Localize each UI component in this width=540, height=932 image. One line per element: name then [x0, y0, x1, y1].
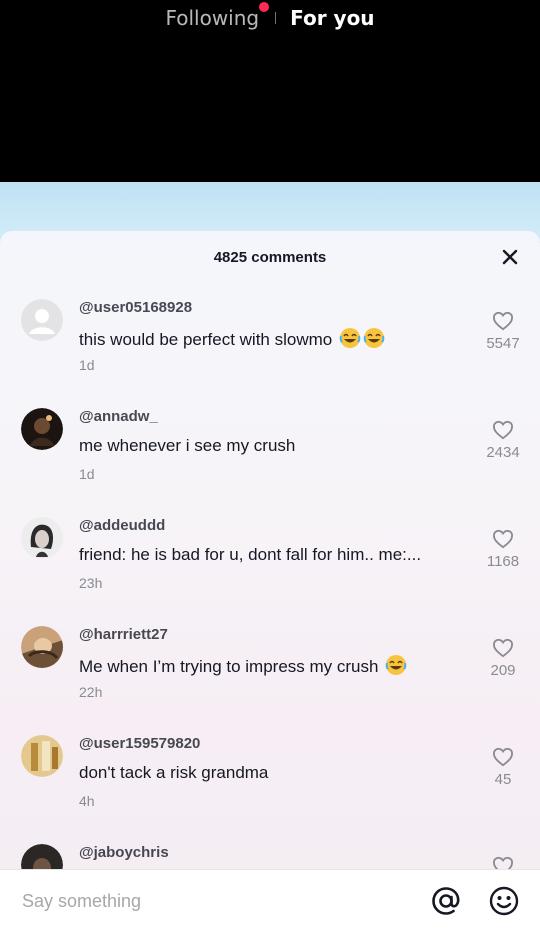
tab-divider — [275, 12, 277, 24]
video-area[interactable]: Following For you — [0, 0, 540, 182]
like-count: 2434 — [486, 444, 520, 461]
comment-item[interactable]: @user159579820 don't tack a risk grandma… — [0, 735, 540, 843]
comment-username[interactable]: @jaboychris — [79, 844, 169, 861]
comment-time: 22h — [79, 684, 103, 700]
tab-for-you[interactable]: For you — [290, 6, 374, 30]
like-button[interactable]: 45 — [478, 747, 528, 788]
comment-username[interactable]: @user05168928 — [79, 299, 192, 316]
top-tabs: Following For you — [0, 2, 540, 32]
like-count: 5547 — [486, 335, 520, 352]
comment-username[interactable]: @user159579820 — [79, 735, 200, 752]
comment-input[interactable] — [22, 884, 402, 918]
avatar[interactable] — [21, 735, 63, 777]
user-photo-avatar — [21, 626, 63, 668]
comment-time: 4h — [79, 793, 95, 809]
like-count: 45 — [494, 771, 512, 788]
avatar[interactable] — [21, 626, 63, 668]
comment-time: 23h — [79, 575, 103, 591]
comment-text: friend: he is bad for u, dont fall for h… — [79, 545, 422, 564]
avatar[interactable] — [21, 517, 63, 559]
comment-item[interactable]: @annadw_ me whenever i see my crush 1d 2… — [0, 408, 540, 516]
comment-text: this would be perfect with slowmo — [79, 327, 385, 350]
like-button[interactable]: 2434 — [478, 420, 528, 461]
comment-username[interactable]: @harrriett27 — [79, 626, 168, 643]
heart-icon — [492, 311, 514, 331]
comment-text: don't tack a risk grandma — [79, 763, 269, 782]
user-photo-avatar — [21, 735, 63, 777]
default-avatar-icon — [21, 299, 63, 341]
like-count: 1168 — [486, 553, 520, 570]
close-icon — [502, 249, 518, 265]
heart-icon — [492, 747, 514, 767]
heart-icon — [492, 638, 514, 658]
user-photo-avatar — [21, 517, 63, 559]
comment-item[interactable]: @addeuddd friend: he is bad for u, dont … — [0, 517, 540, 625]
like-button[interactable]: 5547 — [478, 311, 528, 352]
comment-time: 1d — [79, 357, 95, 373]
heart-icon — [492, 420, 514, 440]
comment-username[interactable]: @addeuddd — [79, 517, 165, 534]
tears-of-joy-emoji — [339, 328, 361, 348]
comments-header: 4825 comments — [0, 231, 540, 283]
tab-following[interactable]: Following — [165, 2, 270, 30]
like-count: 209 — [490, 662, 516, 679]
avatar[interactable] — [21, 299, 63, 341]
comment-time: 1d — [79, 466, 95, 482]
comment-item[interactable]: @harrriett27 Me when I’m trying to impre… — [0, 626, 540, 734]
avatar[interactable] — [21, 408, 63, 450]
tab-for-you-label: For you — [290, 6, 375, 30]
user-photo-avatar — [21, 408, 63, 450]
notification-dot — [259, 2, 270, 12]
like-button[interactable]: 1168 — [478, 529, 528, 570]
tab-following-label: Following — [165, 6, 260, 30]
comment-text: me whenever i see my crush — [79, 436, 296, 455]
at-icon — [432, 887, 460, 915]
comment-username[interactable]: @annadw_ — [79, 408, 158, 425]
tears-of-joy-emoji — [385, 655, 407, 675]
close-button[interactable] — [498, 245, 522, 269]
comment-input-bar — [0, 869, 540, 932]
comments-sheet: 4825 comments @user05168928 this would b… — [0, 231, 540, 932]
heart-icon — [492, 529, 514, 549]
tears-of-joy-emoji — [363, 328, 385, 348]
comment-item[interactable]: @user05168928 this would be perfect with… — [0, 299, 540, 407]
smiley-icon — [489, 886, 519, 916]
emoji-button[interactable] — [488, 885, 520, 917]
mention-button[interactable] — [430, 885, 462, 917]
like-button[interactable]: 209 — [478, 638, 528, 679]
comments-count-title: 4825 comments — [213, 248, 327, 266]
comment-text: Me when I’m trying to impress my crush — [79, 654, 407, 677]
